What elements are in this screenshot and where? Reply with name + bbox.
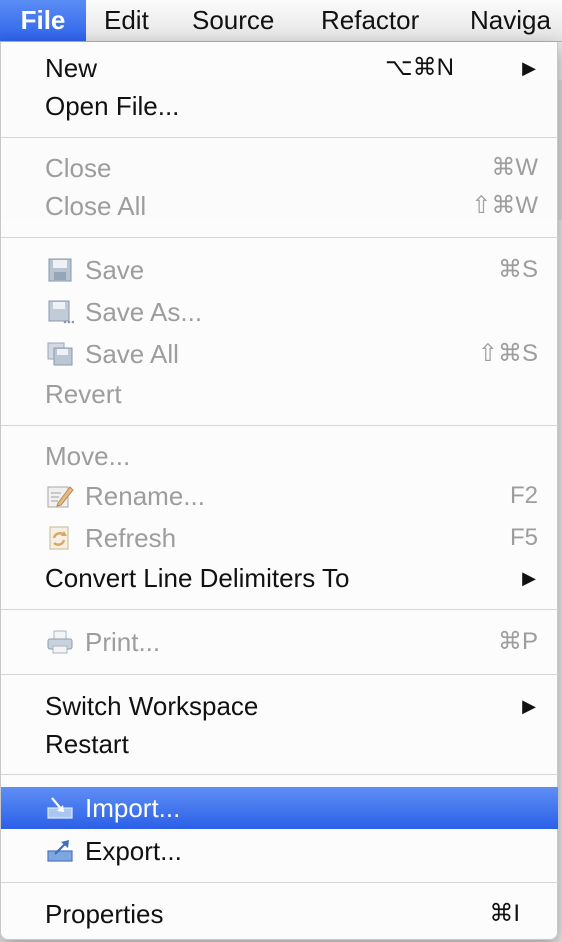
menu-item-label: Move... (45, 441, 131, 471)
menu-separator (1, 237, 558, 238)
save-as-icon (48, 300, 74, 324)
menu-separator (1, 609, 558, 610)
menu-item-label: Print... (85, 627, 161, 657)
menu-item-restart[interactable]: Restart (1, 724, 558, 764)
menu-item-shortcut: ⌥⌘N (385, 54, 454, 81)
printer-icon (47, 630, 73, 654)
menu-refactor[interactable]: Refactor (321, 0, 419, 41)
menu-separator (1, 774, 558, 775)
file-menu-dropdown: New ⌥⌘N ▶ Open File... Close ⌘W Close Al… (0, 42, 558, 940)
menu-item-label: Open File... (45, 91, 180, 121)
menu-item-revert[interactable]: Revert (1, 374, 558, 414)
menu-item-properties[interactable]: Properties ⌘I (1, 894, 558, 934)
menu-item-label: Import... (85, 793, 181, 823)
submenu-arrow-icon: ▶ (522, 58, 536, 78)
menu-item-label: Restart (45, 729, 129, 759)
menu-separator (1, 425, 558, 426)
menu-item-label: New (45, 53, 98, 83)
import-icon (47, 797, 73, 819)
menu-item-label: Close (45, 153, 112, 183)
menu-item-refresh[interactable]: Refresh F5 (1, 518, 558, 558)
menu-item-shortcut: F5 (509, 524, 538, 551)
menu-item-close-all[interactable]: Close All ⇧⌘W (1, 186, 558, 226)
menu-separator (1, 882, 558, 883)
menu-item-shortcut: ⇧⌘W (471, 192, 538, 219)
menu-item-shortcut: ⌘S (497, 256, 538, 283)
save-all-icon (47, 342, 73, 366)
menu-item-label: Export... (85, 836, 182, 866)
menu-item-label: Switch Workspace (45, 691, 259, 721)
menu-item-shortcut: ⌘P (497, 628, 538, 655)
menu-separator (1, 674, 558, 675)
menu-item-shortcut: ⌘I (489, 900, 520, 927)
export-icon (47, 840, 73, 862)
floppy-icon (48, 258, 72, 282)
menu-item-shortcut: F2 (509, 482, 538, 509)
menu-item-save-as[interactable]: Save As... (1, 292, 558, 332)
menu-item-save-all[interactable]: Save All ⇧⌘S (1, 334, 558, 374)
menu-item-shortcut: ⇧⌘S (477, 340, 538, 367)
menu-item-save[interactable]: Save ⌘S (1, 250, 558, 290)
menu-item-label: Save (85, 255, 145, 285)
menu-item-close[interactable]: Close ⌘W (1, 148, 558, 188)
submenu-arrow-icon: ▶ (522, 568, 536, 588)
menu-navigate[interactable]: Naviga (470, 0, 551, 41)
menu-edit[interactable]: Edit (104, 0, 149, 41)
rename-icon (47, 486, 74, 508)
menu-item-new[interactable]: New ⌥⌘N ▶ (1, 48, 558, 88)
menu-separator (1, 137, 558, 138)
refresh-icon (49, 526, 69, 550)
menu-item-label: Save All (85, 339, 179, 369)
menu-item-shortcut: ⌘W (491, 154, 538, 181)
menu-bar: File Edit Source Refactor Naviga (0, 0, 562, 42)
menu-item-convert-line-delimiters[interactable]: Convert Line Delimiters To ▶ (1, 558, 558, 598)
menu-item-label: Convert Line Delimiters To (45, 563, 350, 593)
menu-item-label: Refresh (85, 523, 177, 553)
submenu-arrow-icon: ▶ (522, 696, 536, 716)
menu-source[interactable]: Source (192, 0, 274, 41)
menu-item-label: Close All (45, 191, 147, 221)
menu-item-print[interactable]: Print... ⌘P (1, 622, 558, 662)
menu-item-label: Rename... (85, 481, 205, 511)
menu-item-label: Save As... (85, 297, 203, 327)
menu-item-open-file[interactable]: Open File... (1, 86, 558, 126)
menu-item-label: Properties (45, 899, 164, 929)
menu-file[interactable]: File (0, 0, 86, 41)
menu-item-import[interactable]: Import... (1, 787, 558, 829)
menu-item-label: Revert (45, 379, 122, 409)
menu-item-switch-workspace[interactable]: Switch Workspace ▶ (1, 686, 558, 726)
menu-item-rename[interactable]: Rename... F2 (1, 476, 558, 516)
menu-item-export[interactable]: Export... (1, 831, 558, 871)
menu-item-move[interactable]: Move... (1, 436, 558, 476)
